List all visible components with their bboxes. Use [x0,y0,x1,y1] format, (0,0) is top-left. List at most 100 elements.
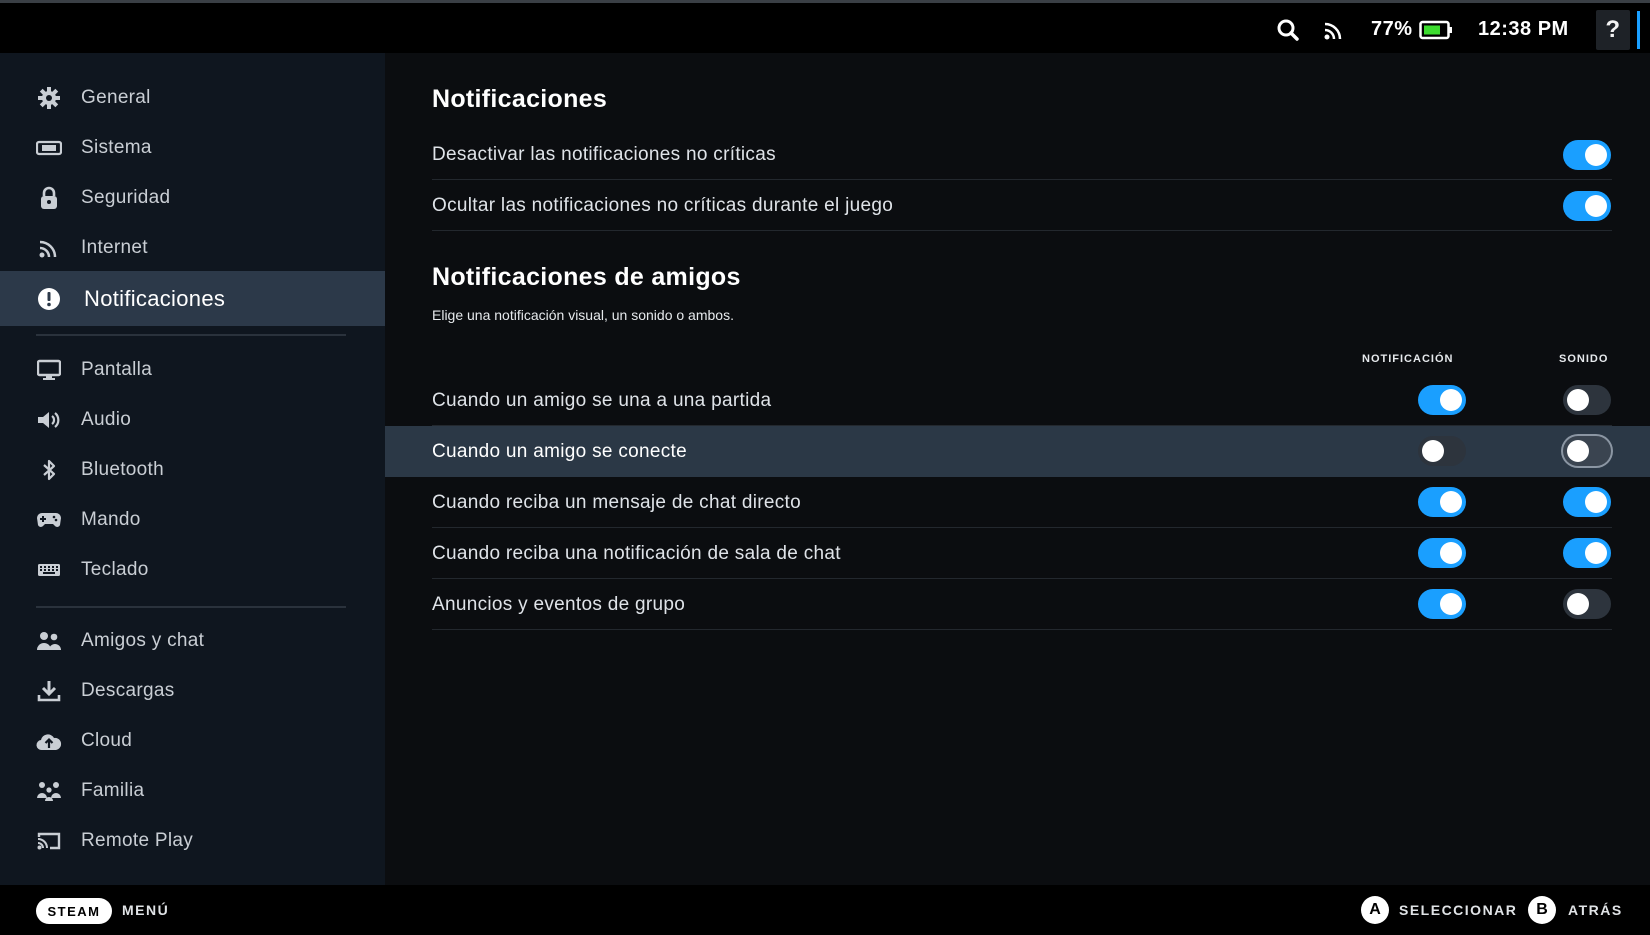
system-icon [36,135,62,161]
sidebar-item-label: Notificaciones [84,285,226,311]
sidebar-divider [36,334,346,336]
toggle-knob [1585,195,1607,217]
toggle-notification-chat-room[interactable] [1418,538,1466,568]
sidebar-item-seguridad[interactable]: Seguridad [0,173,385,223]
clock: 12:38 PM [1478,18,1569,40]
setting-label: Ocultar las notificaciones no críticas d… [432,194,894,216]
toggle-sound-group-events[interactable] [1563,589,1611,619]
toggle-knob [1440,491,1462,513]
friends-icon [36,628,62,654]
setting-label: Cuando reciba un mensaje de chat directo [432,491,802,513]
sidebar-item-label: Amigos y chat [81,630,205,651]
toggle-sound-joins-game[interactable] [1563,385,1611,415]
toggle-disable-noncritical[interactable] [1563,140,1611,170]
sidebar-item-label: Seguridad [81,187,171,208]
sidebar-item-cloud[interactable]: Cloud [0,716,385,766]
speaker-icon [36,407,62,433]
friend-row-comes-online[interactable]: Cuando un amigo se conecte [385,426,1650,477]
setting-label: Cuando un amigo se conecte [432,440,687,462]
setting-label: Cuando reciba una notificación de sala d… [432,542,841,564]
battery-icon [1419,3,1453,56]
menu-label[interactable]: MENÚ [122,885,169,935]
friend-row-direct-chat[interactable]: Cuando reciba un mensaje de chat directo [432,477,1612,528]
gamepad-icon [36,507,62,533]
sidebar-item-label: Familia [81,780,145,801]
wifi-icon [1323,3,1345,56]
sidebar-item-mando[interactable]: Mando [0,495,385,545]
notifications-panel: Notificaciones Desactivar las notificaci… [385,53,1650,885]
sidebar-item-amigos-y-chat[interactable]: Amigos y chat [0,616,385,666]
search-icon[interactable] [1276,3,1300,56]
sidebar-item-teclado[interactable]: Teclado [0,545,385,595]
top-bar: 77% 12:38 PM ? [0,0,1650,53]
toggle-knob [1567,440,1589,462]
section-title-friend-notifications: Notificaciones de amigos [432,263,741,291]
sidebar-item-audio[interactable]: Audio [0,395,385,445]
sidebar-item-familia[interactable]: Familia [0,766,385,816]
sidebar-item-label: Bluetooth [81,459,164,480]
toggle-knob [1567,389,1589,411]
sidebar-item-label: Audio [81,409,132,430]
setting-row-hide-noncritical-ingame[interactable]: Ocultar las notificaciones no críticas d… [432,180,1612,231]
sidebar-item-notificaciones[interactable]: Notificaciones [0,271,385,326]
wifi-icon [36,235,62,261]
toggle-hide-noncritical-ingame[interactable] [1563,191,1611,221]
battery-percent: 77% [1371,18,1413,40]
cast-icon [36,828,62,854]
lock-icon [36,185,62,211]
sidebar-item-label: Remote Play [81,830,194,851]
sidebar-item-label: Cloud [81,730,133,751]
friend-row-chat-room[interactable]: Cuando reciba una notificación de sala d… [432,528,1612,579]
gear-icon [36,85,62,111]
bluetooth-icon [36,457,62,483]
toggle-sound-comes-online[interactable] [1563,436,1611,466]
toggle-notification-direct-chat[interactable] [1418,487,1466,517]
family-icon [36,778,62,804]
sidebar-item-label: Pantalla [81,359,153,380]
toggle-sound-chat-room[interactable] [1563,538,1611,568]
toggle-knob [1440,593,1462,615]
toggle-knob [1440,389,1462,411]
help-button[interactable]: ? [1596,3,1630,56]
setting-label: Cuando un amigo se una a una partida [432,389,772,411]
toggle-knob [1567,593,1589,615]
sidebar-item-descargas[interactable]: Descargas [0,666,385,716]
sidebar-item-bluetooth[interactable]: Bluetooth [0,445,385,495]
section-title-notificaciones: Notificaciones [432,85,608,113]
back-label[interactable]: ATRÁS [1568,885,1623,935]
sidebar-item-label: General [81,87,151,108]
friend-row-group-events[interactable]: Anuncios y eventos de grupo [432,579,1612,630]
section-subtitle: Elige una notificación visual, un sonido… [432,307,734,323]
toggle-knob [1422,440,1444,462]
toggle-knob [1585,542,1607,564]
toggle-knob [1585,144,1607,166]
toggle-notification-group-events[interactable] [1418,589,1466,619]
friend-row-joins-game[interactable]: Cuando un amigo se una a una partida [432,375,1612,426]
settings-sidebar: General Sistema Seguridad Internet Notif… [0,53,385,885]
sidebar-item-label: Internet [81,237,148,258]
setting-row-disable-noncritical[interactable]: Desactivar las notificaciones no crítica… [432,129,1612,180]
b-button-glyph: B [1528,896,1556,924]
sidebar-item-pantalla[interactable]: Pantalla [0,345,385,395]
sidebar-item-label: Descargas [81,680,175,701]
sidebar-item-remote-play[interactable]: Remote Play [0,816,385,866]
toggle-sound-direct-chat[interactable] [1563,487,1611,517]
toggle-notification-joins-game[interactable] [1418,385,1466,415]
sidebar-divider [36,606,346,608]
sidebar-item-general[interactable]: General [0,73,385,123]
toggle-knob [1440,542,1462,564]
column-header-notification: NOTIFICACIÓN [1362,353,1454,365]
toggle-knob [1585,491,1607,513]
sidebar-item-sistema[interactable]: Sistema [0,123,385,173]
steam-button[interactable]: STEAM [36,898,112,924]
a-button-glyph: A [1361,896,1389,924]
sidebar-item-label: Sistema [81,137,152,158]
help-label: ? [1605,15,1621,43]
download-icon [36,678,62,704]
alert-icon [36,286,62,312]
toggle-notification-comes-online[interactable] [1418,436,1466,466]
cloud-icon [36,728,62,754]
select-label[interactable]: SELECCIONAR [1399,885,1517,935]
sidebar-item-internet[interactable]: Internet [0,223,385,273]
sidebar-item-label: Teclado [81,559,149,580]
